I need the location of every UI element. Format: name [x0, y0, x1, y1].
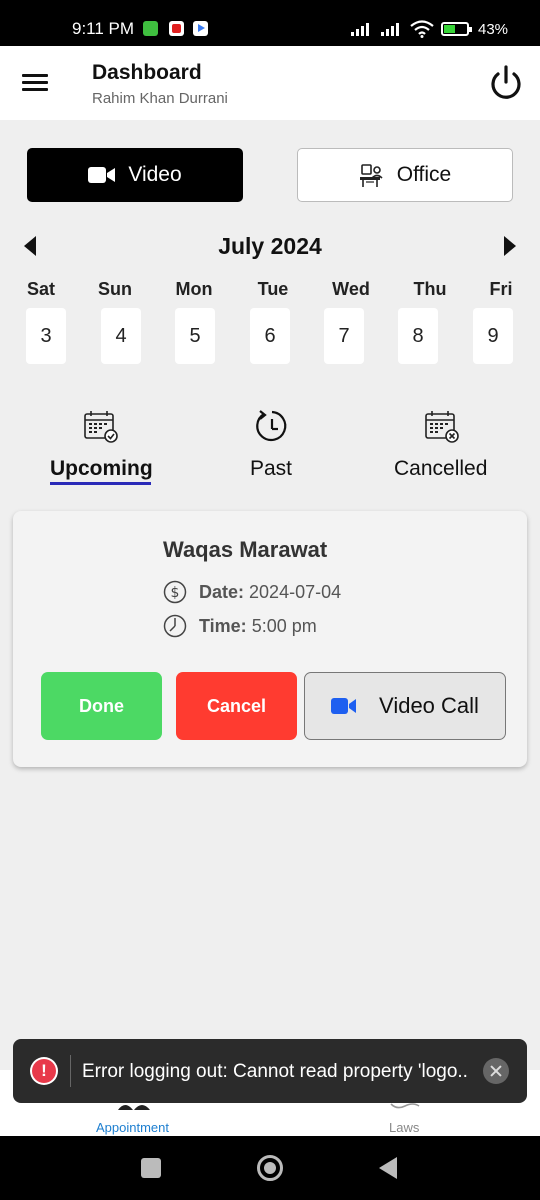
home-icon[interactable] — [257, 1155, 283, 1181]
video-camera-icon — [88, 167, 116, 183]
clock-history-icon[interactable] — [254, 408, 290, 444]
day-date-button[interactable]: 4 — [101, 308, 141, 364]
day-date-button[interactable]: 9 — [473, 308, 513, 364]
day-name: Thu — [413, 279, 447, 299]
tab-upcoming[interactable]: Upcoming — [50, 457, 153, 481]
day-date-button[interactable]: 3 — [26, 308, 66, 364]
app-notification-icon — [143, 21, 158, 36]
play-store-notification-icon — [193, 21, 208, 36]
video-mode-label: Video — [128, 163, 182, 186]
app-bar: Dashboard Rahim Khan Durrani — [0, 46, 540, 120]
office-mode-label: Office — [396, 163, 452, 186]
tab-past[interactable]: Past — [250, 457, 292, 481]
appointment-card: Waqas Marawat $ Date: 2024-07-04 Time: 5… — [13, 511, 527, 767]
time-label: Time: — [199, 615, 247, 636]
day-date-button[interactable]: 7 — [324, 308, 364, 364]
day-name: Wed — [332, 279, 370, 299]
cancel-button[interactable]: Cancel — [176, 672, 297, 740]
next-month-icon[interactable] — [504, 236, 516, 256]
date-label: Date: — [199, 581, 245, 602]
done-button[interactable]: Done — [41, 672, 162, 740]
client-name: Waqas Marawat — [163, 537, 328, 562]
wifi-icon — [410, 20, 434, 38]
month-navigator: July 2024 — [0, 228, 540, 264]
video-camera-icon — [331, 698, 357, 714]
close-icon[interactable] — [483, 1058, 509, 1084]
appointment-date-row: $ Date: 2024-07-04 — [163, 580, 341, 604]
page-title: Dashboard — [92, 61, 202, 84]
clock-icon — [163, 614, 187, 638]
signal-icon-2 — [381, 22, 399, 36]
svg-text:$: $ — [171, 585, 180, 601]
signal-icon — [351, 22, 369, 36]
recent-apps-icon[interactable] — [141, 1158, 161, 1178]
calendar-check-icon[interactable] — [83, 408, 119, 444]
time-value: 5:00 pm — [251, 615, 317, 636]
nav-appointment[interactable]: Appointment — [96, 1120, 169, 1135]
error-icon: ! — [30, 1057, 58, 1085]
video-call-label: Video Call — [379, 693, 479, 718]
day-date-button[interactable]: 8 — [398, 308, 438, 364]
status-bar: 9:11 PM 43% — [0, 0, 540, 46]
office-mode-button[interactable]: Office — [297, 148, 513, 202]
youtube-notification-icon — [169, 21, 184, 36]
status-time: 9:11 PM — [72, 19, 135, 38]
date-value: 2024-07-04 — [249, 581, 342, 602]
dollar-circle-icon: $ — [163, 580, 187, 604]
error-toast: ! Error logging out: Cannot read propert… — [13, 1039, 527, 1103]
day-name: Sun — [98, 279, 132, 299]
month-label: July 2024 — [218, 233, 322, 259]
office-desk-icon — [359, 164, 383, 187]
battery-icon — [441, 22, 472, 36]
appointment-time-row: Time: 5:00 pm — [163, 614, 317, 638]
power-icon[interactable] — [486, 64, 526, 104]
day-name: Sat — [26, 279, 55, 299]
day-name: Fri — [489, 279, 513, 299]
video-mode-button[interactable]: Video — [27, 148, 243, 202]
user-name: Rahim Khan Durrani — [92, 90, 228, 107]
calendar-cancel-icon[interactable] — [424, 408, 460, 444]
back-icon[interactable] — [379, 1157, 397, 1179]
day-date-button[interactable]: 5 — [175, 308, 215, 364]
system-navigation-bar — [0, 1136, 540, 1200]
tab-cancelled[interactable]: Cancelled — [394, 457, 487, 481]
toast-message: Error logging out: Cannot read property … — [82, 1061, 468, 1082]
day-date-button[interactable]: 6 — [250, 308, 290, 364]
active-tab-indicator — [50, 482, 151, 485]
day-name: Tue — [257, 279, 289, 299]
nav-laws[interactable]: Laws — [389, 1120, 419, 1135]
battery-percent: 43% — [478, 21, 509, 38]
video-call-button[interactable]: Video Call — [304, 672, 506, 740]
toast-divider — [70, 1055, 71, 1087]
day-name: Mon — [175, 279, 213, 299]
menu-icon[interactable] — [22, 74, 48, 92]
